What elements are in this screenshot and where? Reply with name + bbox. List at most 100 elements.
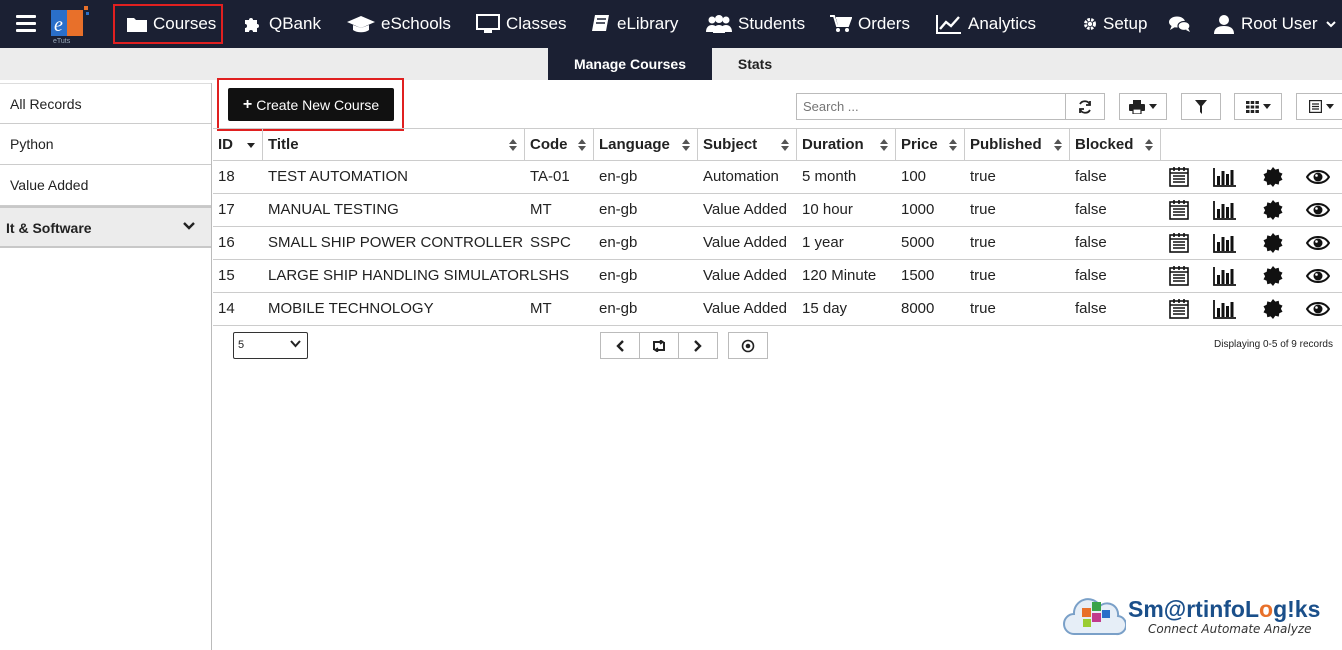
cell-subject: Value Added — [703, 267, 787, 284]
bar-chart-icon[interactable] — [1213, 266, 1237, 290]
columns-button[interactable] — [1296, 93, 1342, 120]
refresh-icon — [1079, 99, 1091, 114]
chevron-right-icon — [694, 339, 702, 352]
nav-students[interactable]: Students — [706, 0, 805, 48]
nav-label: Classes — [506, 14, 567, 33]
eye-icon[interactable] — [1305, 233, 1331, 257]
graduation-cap-icon — [347, 16, 375, 33]
folder-icon — [127, 18, 147, 32]
badge-icon[interactable] — [1263, 266, 1283, 290]
page-size-select[interactable]: 5 — [233, 332, 308, 359]
chevron-left-icon — [616, 339, 624, 352]
table-row[interactable]: 14 MOBILE TECHNOLOGY MT en-gb Value Added 15 … — [213, 293, 1342, 326]
sort-icon — [949, 139, 957, 151]
create-new-course-button[interactable]: + Create New Course — [228, 88, 394, 121]
cell-blocked: false — [1075, 300, 1107, 317]
bar-chart-icon[interactable] — [1213, 233, 1237, 257]
nav-analytics[interactable]: Analytics — [936, 0, 1036, 48]
brand-tagline: Connect Automate Analyze — [1148, 622, 1312, 636]
eye-icon[interactable] — [1305, 299, 1331, 323]
nav-qbank[interactable]: QBank — [243, 0, 321, 48]
grid-view-button[interactable] — [1234, 93, 1282, 120]
badge-icon[interactable] — [1263, 233, 1283, 257]
column-header-duration[interactable]: Duration — [797, 129, 896, 160]
tab-stats[interactable]: Stats — [712, 48, 798, 80]
nav-elibrary[interactable]: eLibrary — [591, 0, 678, 48]
prev-page-button[interactable] — [600, 332, 640, 359]
syllabus-icon[interactable] — [1169, 200, 1189, 224]
nav-orders[interactable]: Orders — [830, 0, 910, 48]
syllabus-icon[interactable] — [1169, 167, 1189, 191]
cell-title: SMALL SHIP POWER CONTROLLER — [268, 234, 524, 251]
brand-suffix: g!ks — [1273, 596, 1321, 622]
reset-page-button[interactable] — [639, 332, 679, 359]
cell-duration: 15 day — [802, 300, 848, 317]
table-row[interactable]: 18 TEST AUTOMATION TA-01 en-gb Automation 5 m… — [213, 161, 1342, 194]
sidebar-item-python[interactable]: Python — [0, 124, 211, 165]
column-header-language[interactable]: Language — [594, 129, 698, 160]
filter-button[interactable] — [1181, 93, 1221, 120]
eye-icon[interactable] — [1305, 200, 1331, 224]
list-icon — [1308, 100, 1322, 113]
badge-icon[interactable] — [1263, 200, 1283, 224]
nav-label: Courses — [153, 14, 217, 33]
badge-icon[interactable] — [1263, 299, 1283, 323]
table-row[interactable]: 16 SMALL SHIP POWER CONTROLLER SSPC en-gb Va… — [213, 227, 1342, 260]
column-header-published[interactable]: Published — [965, 129, 1070, 160]
eye-icon[interactable] — [1305, 266, 1331, 290]
syllabus-icon[interactable] — [1169, 233, 1189, 257]
print-button[interactable] — [1119, 93, 1167, 120]
nav-chat[interactable] — [1169, 0, 1197, 48]
syllabus-icon[interactable] — [1169, 299, 1189, 323]
user-menu[interactable]: Root User — [1213, 0, 1342, 48]
nav-classes[interactable]: Classes — [476, 0, 566, 48]
tab-manage-courses[interactable]: Manage Courses — [548, 48, 712, 80]
sidebar-group-label: It & Software — [6, 220, 92, 236]
column-header-code[interactable]: Code — [525, 129, 594, 160]
menu-icon[interactable] — [16, 15, 36, 33]
column-label: Subject — [703, 136, 758, 153]
column-header-id[interactable]: ID — [213, 129, 263, 160]
table-row[interactable]: 17 MANUAL TESTING MT en-gb Value Added 10 hou… — [213, 194, 1342, 227]
nav-eschools[interactable]: eSchools — [347, 0, 451, 48]
bar-chart-icon[interactable] — [1213, 167, 1237, 191]
go-to-page-button[interactable] — [728, 332, 768, 359]
nav-courses[interactable]: Courses — [113, 4, 223, 44]
cell-title: TEST AUTOMATION — [268, 168, 409, 185]
refresh-button[interactable] — [1065, 93, 1105, 120]
nav-setup[interactable]: Setup — [1083, 0, 1147, 48]
next-page-button[interactable] — [678, 332, 718, 359]
cell-id: 18 — [218, 168, 235, 185]
bar-chart-icon[interactable] — [1213, 200, 1237, 224]
sort-desc-icon — [247, 143, 255, 148]
column-label: Price — [901, 136, 938, 153]
chevron-down-icon — [290, 340, 301, 348]
cell-published: true — [970, 267, 996, 284]
nav-label: Setup — [1103, 14, 1148, 33]
column-header-title[interactable]: Title — [263, 129, 525, 160]
badge-icon[interactable] — [1263, 167, 1283, 191]
sidebar-item-all-records[interactable]: All Records — [0, 83, 211, 124]
sidebar-group-it-software[interactable]: It & Software — [0, 206, 211, 248]
app-logo[interactable]: e eTuts — [48, 4, 92, 45]
cell-price: 5000 — [901, 234, 935, 251]
bar-chart-icon[interactable] — [1213, 299, 1237, 323]
records-info: Displaying 0-5 of 9 records — [1214, 339, 1333, 350]
column-header-price[interactable]: Price — [896, 129, 965, 160]
sidebar: All Records Python Value Added It & Soft… — [0, 83, 212, 650]
chevron-down-icon — [1325, 21, 1336, 28]
search-input[interactable] — [796, 93, 1066, 120]
nav-label: Analytics — [968, 14, 1037, 33]
table-row[interactable]: 15 LARGE SHIP HANDLING SIMULATOR LSHS en-gb… — [213, 260, 1342, 293]
cell-blocked: false — [1075, 201, 1107, 218]
column-header-blocked[interactable]: Blocked — [1070, 129, 1161, 160]
nav-label: Students — [738, 14, 806, 33]
column-header-subject[interactable]: Subject — [698, 129, 797, 160]
syllabus-icon[interactable] — [1169, 266, 1189, 290]
sidebar-item-value-added[interactable]: Value Added — [0, 165, 211, 206]
eye-icon[interactable] — [1305, 167, 1331, 191]
sort-icon — [682, 139, 690, 151]
cell-title: MANUAL TESTING — [268, 201, 399, 218]
column-label: Duration — [802, 136, 864, 153]
cell-subject: Automation — [703, 168, 779, 185]
